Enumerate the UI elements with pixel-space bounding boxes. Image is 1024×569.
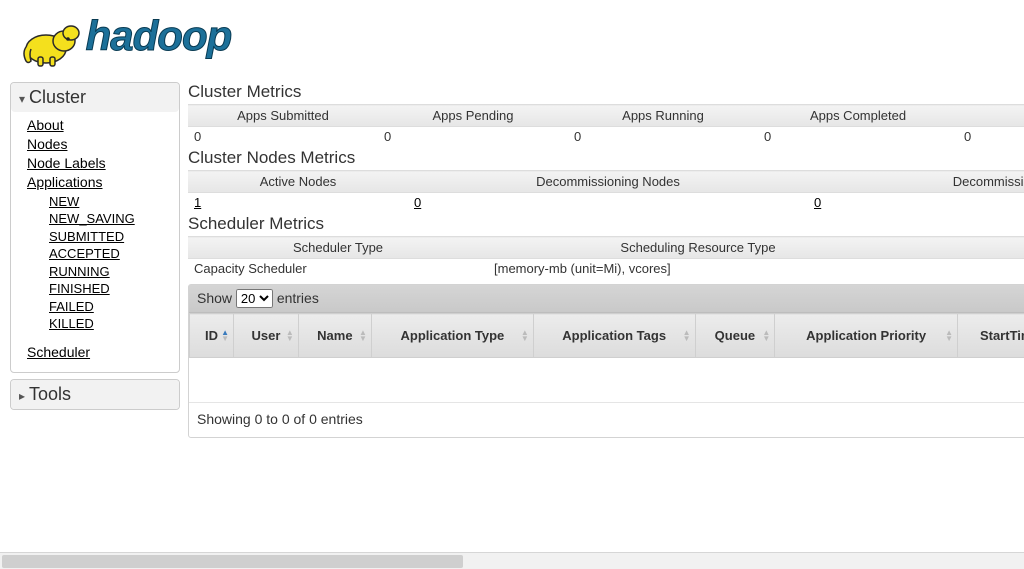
nodes-metrics-table: Active Nodes Decommissioning Nodes Decom…	[188, 170, 1024, 212]
sidebar-link-new[interactable]: NEW	[49, 193, 175, 211]
table-row: 0 0 0 0 0	[188, 127, 1024, 147]
link-decomm-nodes[interactable]: 0	[414, 195, 421, 210]
tools-panel: Tools	[10, 379, 180, 410]
val-apps-completed: 0	[758, 127, 958, 147]
val-apps-pending: 0	[378, 127, 568, 147]
val-containers: 0	[958, 127, 1024, 147]
sidebar-link-submitted[interactable]: SUBMITTED	[49, 228, 175, 246]
sidebar-link-nodes[interactable]: Nodes	[27, 135, 175, 154]
val-resource-type: [memory-mb (unit=Mi), vcores]	[488, 259, 908, 279]
th-apps-pending[interactable]: Apps Pending	[378, 105, 568, 127]
val-apps-running: 0	[568, 127, 758, 147]
th-scheduler-type[interactable]: Scheduler Type	[188, 237, 488, 259]
tools-title: Tools	[29, 384, 71, 405]
sidebar-link-node-labels[interactable]: Node Labels	[27, 154, 175, 173]
table-row: 1 0 0	[188, 193, 1024, 213]
th-decommissioned[interactable]: Decommissione	[808, 171, 1024, 193]
show-label-prefix: Show	[197, 290, 232, 306]
horizontal-scrollbar[interactable]	[0, 552, 1024, 569]
col-apptype[interactable]: Application Type▲▼	[371, 314, 533, 358]
sidebar-link-killed[interactable]: KILLED	[49, 315, 175, 333]
val-apps-submitted: 0	[188, 127, 378, 147]
sidebar-link-applications[interactable]: Applications	[27, 173, 175, 192]
cluster-panel-header[interactable]: Cluster	[11, 83, 179, 112]
sidebar-link-scheduler[interactable]: Scheduler	[27, 343, 175, 362]
caret-right-icon	[19, 384, 25, 405]
link-decommissioned[interactable]: 0	[814, 195, 821, 210]
th-min-alloc[interactable]	[908, 237, 1024, 259]
col-id[interactable]: ID▲▼	[190, 314, 234, 358]
cluster-metrics-table: Apps Submitted Apps Pending Apps Running…	[188, 104, 1024, 146]
sidebar-link-running[interactable]: RUNNING	[49, 263, 175, 281]
elephant-icon	[20, 21, 82, 72]
nodes-metrics-title: Cluster Nodes Metrics	[188, 148, 1024, 168]
tools-panel-header[interactable]: Tools	[11, 380, 179, 409]
col-priority[interactable]: Application Priority▲▼	[775, 314, 958, 358]
applications-table: Show 20 entries ID▲▼ User▲▼ Name▲▼ Appli…	[188, 284, 1024, 438]
sidebar: Cluster About Nodes Node Labels Applicat…	[10, 82, 180, 416]
cluster-title: Cluster	[29, 87, 86, 108]
table-info: Showing 0 to 0 of 0 entries	[189, 402, 1024, 437]
empty-row	[190, 358, 1024, 402]
table-length-control: Show 20 entries	[189, 285, 1024, 313]
scrollbar-thumb[interactable]	[2, 555, 463, 568]
header-logo: hadoop	[10, 8, 1024, 82]
th-containers[interactable]: Contain	[958, 105, 1024, 127]
table-row: Capacity Scheduler [memory-mb (unit=Mi),…	[188, 259, 1024, 279]
th-apps-running[interactable]: Apps Running	[568, 105, 758, 127]
val-min-alloc: <memory:102	[908, 259, 1024, 279]
cluster-panel: Cluster About Nodes Node Labels Applicat…	[10, 82, 180, 373]
sidebar-link-new-saving[interactable]: NEW_SAVING	[49, 210, 175, 228]
sidebar-link-finished[interactable]: FINISHED	[49, 280, 175, 298]
scheduler-metrics-table: Scheduler Type Scheduling Resource Type …	[188, 236, 1024, 278]
caret-down-icon	[19, 87, 25, 108]
col-queue[interactable]: Queue▲▼	[695, 314, 775, 358]
sidebar-link-failed[interactable]: FAILED	[49, 298, 175, 316]
col-starttime[interactable]: StartTime▲▼	[957, 314, 1024, 358]
scheduler-metrics-title: Scheduler Metrics	[188, 214, 1024, 234]
sidebar-link-about[interactable]: About	[27, 116, 175, 135]
col-apptags[interactable]: Application Tags▲▼	[533, 314, 695, 358]
th-resource-type[interactable]: Scheduling Resource Type	[488, 237, 908, 259]
brand-text: hadoop	[86, 12, 232, 59]
cluster-metrics-title: Cluster Metrics	[188, 82, 1024, 102]
page-size-select[interactable]: 20	[236, 289, 273, 308]
th-active-nodes[interactable]: Active Nodes	[188, 171, 408, 193]
main-content: Cluster Metrics Apps Submitted Apps Pend…	[188, 82, 1024, 438]
link-active-nodes[interactable]: 1	[194, 195, 201, 210]
app-states: NEW NEW_SAVING SUBMITTED ACCEPTED RUNNIN…	[27, 192, 175, 337]
th-apps-completed[interactable]: Apps Completed	[758, 105, 958, 127]
col-user[interactable]: User▲▼	[234, 314, 299, 358]
show-label-suffix: entries	[277, 290, 319, 306]
col-name[interactable]: Name▲▼	[298, 314, 371, 358]
th-apps-submitted[interactable]: Apps Submitted	[188, 105, 378, 127]
th-decomm-nodes[interactable]: Decommissioning Nodes	[408, 171, 808, 193]
sidebar-link-accepted[interactable]: ACCEPTED	[49, 245, 175, 263]
val-scheduler-type: Capacity Scheduler	[188, 259, 488, 279]
